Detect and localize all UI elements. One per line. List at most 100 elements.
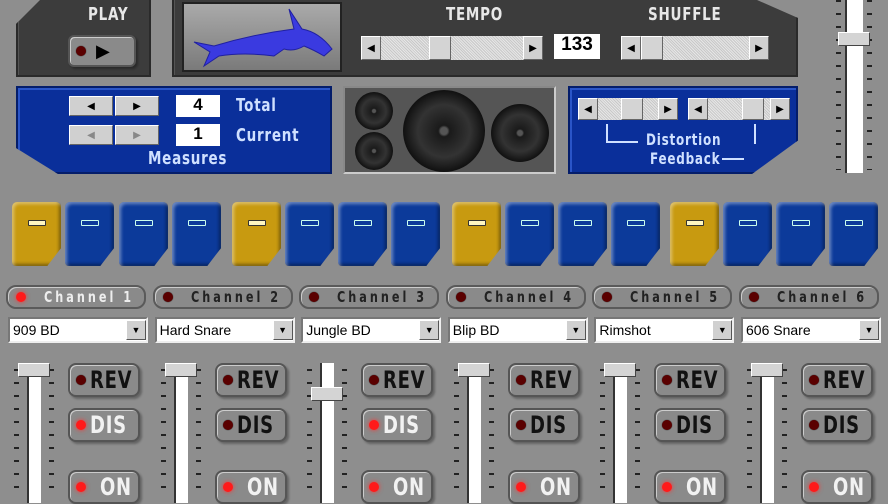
channel-6-button[interactable]: Channel 6 [739,285,879,309]
channel-3-volume-fader[interactable] [307,363,348,503]
channel-6-sample-select[interactable]: 606 Snare ▼ [741,317,881,343]
channel-4-volume-fader[interactable] [453,363,494,503]
dis-button[interactable]: DIS [801,408,873,442]
tempo-thumb[interactable] [429,36,451,60]
measures-panel: ◀ ▶ 4 Total ◀ ▶ 1 Current Measures [16,86,332,174]
step-pad-9[interactable] [452,202,501,266]
channel-6-volume-fader[interactable] [747,363,787,503]
step-pad-11[interactable] [558,202,607,266]
on-button[interactable]: ON [654,470,727,504]
chevron-down-icon[interactable]: ▼ [565,320,586,340]
master-volume-slider[interactable] [836,0,872,175]
rev-button[interactable]: REV [68,363,140,397]
arrow-left-icon[interactable]: ◀ [578,98,598,120]
channel-3-sample-select[interactable]: Jungle BD ▼ [301,317,442,343]
dis-button[interactable]: DIS [214,408,287,442]
chevron-down-icon[interactable]: ▼ [126,320,146,340]
shuffle-thumb[interactable] [641,36,663,60]
feedback-slider[interactable]: ◀ ▶ [688,98,790,120]
dis-label: DIS [529,411,567,439]
rev-button[interactable]: REV [361,363,434,397]
rev-label: REV [383,366,426,394]
rev-led [809,375,819,385]
distortion-thumb[interactable] [620,98,643,120]
arrow-right-icon[interactable]: ▶ [658,98,678,120]
dis-button[interactable]: DIS [68,408,140,442]
step-pad-5[interactable] [232,202,281,266]
dis-label: DIS [90,411,127,439]
step-pad-13[interactable] [670,202,719,266]
arrow-right-icon[interactable]: ▶ [523,36,543,60]
channel-1-button[interactable]: Channel 1 [6,285,146,309]
chevron-down-icon[interactable]: ▼ [712,320,733,340]
rev-button[interactable]: REV [654,363,727,397]
step-indicator [739,220,757,226]
feedback-thumb[interactable] [742,98,764,120]
channel-led [749,292,759,302]
step-pad-16[interactable] [829,202,878,266]
fader-thumb[interactable] [18,363,50,377]
channel-1-volume-fader[interactable] [14,363,54,503]
channel-5-volume-fader[interactable] [600,363,641,503]
step-pad-6[interactable] [285,202,334,266]
on-button[interactable]: ON [68,470,140,504]
channel-2-button[interactable]: Channel 2 [152,285,293,309]
step-pad-1[interactable] [12,202,61,266]
total-decrease-button[interactable]: ◀ [69,96,113,116]
fader-thumb[interactable] [751,363,783,377]
channel-led [455,292,466,302]
step-pad-14[interactable] [723,202,772,266]
master-volume-thumb[interactable] [838,32,870,46]
arrow-left-icon[interactable]: ◀ [688,98,708,120]
shuffle-slider[interactable]: ◀ ▶ [621,36,769,60]
channel-1-sample-select[interactable]: 909 BD ▼ [8,317,148,343]
arrow-right-icon[interactable]: ▶ [749,36,769,60]
fader-thumb[interactable] [164,363,197,377]
on-button[interactable]: ON [507,470,580,504]
channel-5-sample-select[interactable]: Rimshot ▼ [594,317,735,343]
dis-button[interactable]: DIS [507,408,580,442]
step-pad-3[interactable] [119,202,168,266]
rev-led [222,375,233,385]
step-pad-12[interactable] [611,202,660,266]
arrow-right-icon[interactable]: ▶ [770,98,790,120]
step-pad-2[interactable] [65,202,114,266]
step-pad-10[interactable] [505,202,554,266]
dis-button[interactable]: DIS [361,408,434,442]
channel-2-sample-select[interactable]: Hard Snare ▼ [154,317,295,343]
fader-thumb[interactable] [457,363,490,377]
on-button[interactable]: ON [214,470,287,504]
rev-button[interactable]: REV [801,363,873,397]
rev-button[interactable]: REV [214,363,287,397]
step-pad-15[interactable] [776,202,825,266]
total-increase-button[interactable]: ▶ [115,96,159,116]
on-button[interactable]: ON [801,470,873,504]
play-button[interactable]: ▶ [68,35,136,67]
tempo-slider[interactable]: ◀ ▶ [361,36,543,60]
step-pad-7[interactable] [338,202,387,266]
step-pad-8[interactable] [391,202,440,266]
dis-button[interactable]: DIS [654,408,727,442]
channel-led [16,292,26,302]
channel-5-button[interactable]: Channel 5 [592,285,733,309]
channel-4-sample-select[interactable]: Blip BD ▼ [447,317,588,343]
rev-button[interactable]: REV [507,363,580,397]
dis-led [222,420,233,430]
channel-3-button[interactable]: Channel 3 [299,285,440,309]
chevron-down-icon[interactable]: ▼ [272,320,293,340]
step-pad-4[interactable] [172,202,221,266]
dis-led [76,420,86,430]
chevron-down-icon[interactable]: ▼ [859,320,879,340]
arrow-left-icon[interactable]: ◀ [361,36,381,60]
channel-4-button[interactable]: Channel 4 [445,285,586,309]
distortion-slider[interactable]: ◀ ▶ [578,98,678,120]
chevron-down-icon[interactable]: ▼ [419,320,440,340]
fader-thumb[interactable] [604,363,637,377]
fader-thumb[interactable] [311,387,344,401]
on-button[interactable]: ON [361,470,434,504]
step-indicator [354,220,372,226]
current-increase-button[interactable]: ▶ [115,125,159,145]
channel-2-volume-fader[interactable] [160,363,201,503]
current-decrease-button[interactable]: ◀ [69,125,113,145]
arrow-left-icon[interactable]: ◀ [621,36,641,60]
